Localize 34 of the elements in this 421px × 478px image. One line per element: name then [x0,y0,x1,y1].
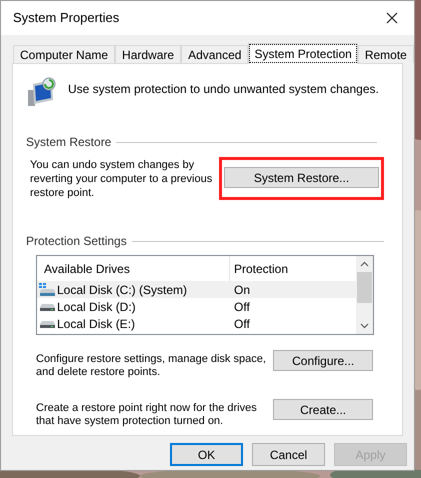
tab[interactable]: Advanced [181,45,248,63]
system-restore-button[interactable]: System Restore... [224,167,379,188]
description-text: Create a restore point right now for the drives that have system protection turned on. [36,402,258,428]
drive-row[interactable]: Local Disk (D:) Off [37,298,356,315]
drive-name: Local Disk (D:) [57,298,137,316]
scroll-up-icon[interactable] [360,261,369,267]
group-title: Protection Settings [26,233,127,250]
protection-status: Off [233,298,250,316]
close-icon [386,12,398,24]
action-button[interactable]: Configure... [273,350,373,371]
drive-name: Local Disk (E:) [57,316,136,332]
tab[interactable]: Hardware [115,45,182,63]
description-text: Configure restore settings, manage disk space, and delete restore points. [36,353,267,379]
protection-status: On [233,282,250,298]
drive-row[interactable]: Local Disk (E:) Off [37,315,356,332]
tab[interactable]: Computer Name [13,45,116,63]
scroll-down-icon[interactable] [360,323,369,329]
tab[interactable]: System Protection [248,43,358,64]
window-title: System Properties [13,9,120,28]
scrollbar[interactable] [356,256,373,334]
drive-name: Local Disk (C:) (System) [57,282,188,298]
description-text: You can undo system changes by reverting your computer to a previous restore point. [30,158,214,200]
column-header[interactable]: Protection [230,260,288,278]
drive-row[interactable]: Local Disk (C:) (System) On [37,281,356,298]
system-drive-icon [38,282,56,296]
dialog-button[interactable]: OK [170,443,243,466]
dialog-button[interactable]: Cancel [252,443,325,466]
tab[interactable]: Remote [358,45,414,63]
scroll-thumb[interactable] [357,272,372,303]
protection-status: Off [233,316,250,332]
intro-text: Use system protection to undo unwanted system changes. [68,81,379,98]
computer-restore-icon [26,76,58,108]
action-button[interactable]: Create... [273,399,373,420]
group-title: System Restore [26,134,112,151]
